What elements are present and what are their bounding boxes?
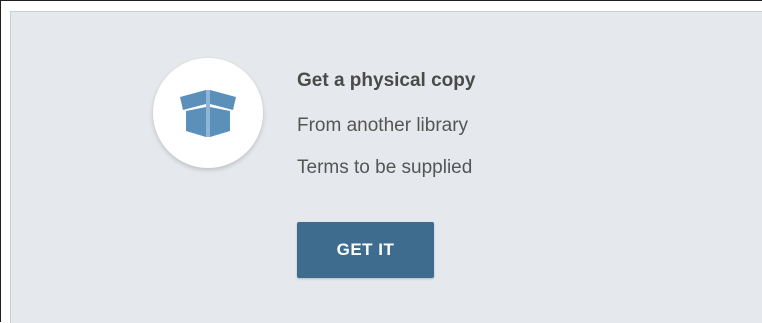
get-it-button[interactable]: GET IT: [297, 222, 434, 278]
offer-info: Get a physical copy From another library…: [297, 68, 475, 181]
offer-title: Get a physical copy: [297, 70, 476, 91]
offer-terms: Terms to be supplied: [297, 157, 473, 178]
open-box-icon: [180, 90, 236, 137]
physical-copy-panel: Get a physical copy From another library…: [10, 11, 762, 323]
screenshot-frame: Get a physical copy From another library…: [0, 0, 762, 323]
offer-source: From another library: [297, 115, 469, 136]
icon-circle: [153, 58, 263, 168]
